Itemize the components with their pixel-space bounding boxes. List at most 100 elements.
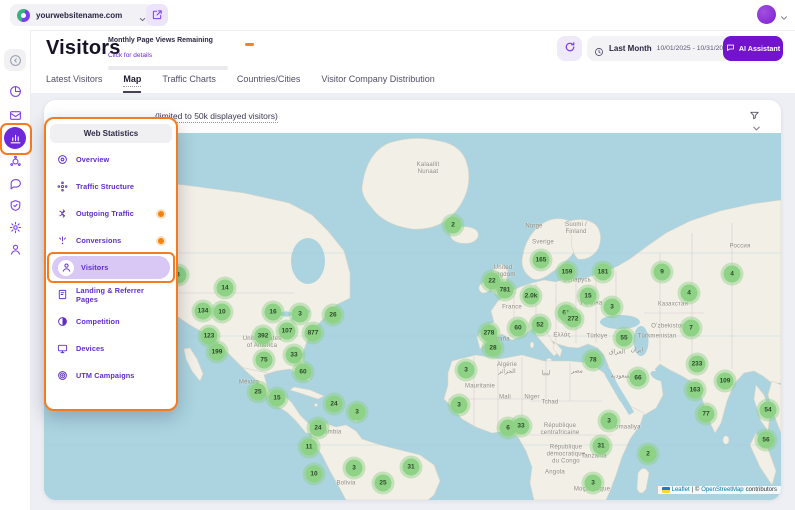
map-cluster-marker[interactable]: 3 — [601, 296, 624, 319]
map-cluster-marker[interactable]: 28 — [482, 337, 505, 360]
tab-latest-visitors[interactable]: Latest Visitors — [46, 70, 102, 93]
sidebar-item-devices[interactable]: Devices — [50, 335, 172, 362]
sidebar-item-landing-referrer-pages[interactable]: Landing & Referrer Pages — [50, 281, 172, 308]
tab-map[interactable]: Map — [123, 70, 141, 93]
map-cluster-marker[interactable]: 56 — [755, 429, 778, 452]
map-cluster-marker[interactable]: 33 — [510, 415, 533, 438]
sidebar-item-label: Landing & Referrer Pages — [76, 286, 166, 304]
map-cluster-marker[interactable]: 52 — [529, 314, 552, 337]
map-cluster-marker[interactable]: 159 — [556, 261, 579, 284]
pie-chart-icon[interactable] — [4, 80, 26, 102]
map-cluster-marker[interactable]: 3 — [448, 394, 471, 417]
map-cluster-marker[interactable]: 54 — [757, 399, 780, 422]
map-cluster-marker[interactable]: 272 — [562, 308, 585, 331]
date-range-selector[interactable]: Last Month 10/01/2025 - 10/31/2025 — [587, 36, 731, 61]
map-cluster-marker[interactable]: 3 — [455, 359, 478, 382]
map-cluster-marker[interactable]: 3 — [343, 457, 366, 480]
sidebar-item-visitors[interactable]: Visitors — [52, 256, 170, 279]
website-name: yourwebsitename.com — [36, 11, 132, 20]
map-cluster-marker[interactable]: 14 — [214, 277, 237, 300]
map-cluster-marker[interactable]: 107 — [276, 320, 299, 343]
map-cluster-marker[interactable]: 4 — [721, 263, 744, 286]
account-icon[interactable] — [4, 238, 26, 260]
notification-badge — [158, 238, 164, 244]
map-cluster-marker[interactable]: 233 — [686, 353, 709, 376]
map-cluster-marker[interactable]: 3 — [598, 410, 621, 433]
page-views-quota: Monthly Page Views Remaining Click for d… — [108, 37, 230, 70]
map-cluster-marker[interactable]: 109 — [714, 370, 737, 393]
period-label: Last Month — [609, 44, 652, 53]
map-cluster-marker[interactable]: 3 — [346, 401, 369, 424]
external-link-icon — [152, 8, 163, 23]
tab-countries-cities[interactable]: Countries/Cities — [237, 70, 301, 93]
map-cluster-marker[interactable]: 25 — [372, 472, 395, 495]
seo-icon[interactable] — [4, 150, 26, 172]
map-cluster-marker[interactable]: 77 — [695, 403, 718, 426]
notification-badge — [158, 211, 164, 217]
sidebar-item-utm-campaigns[interactable]: UTM Campaigns — [50, 362, 172, 389]
tab-label: Latest Visitors — [46, 74, 102, 84]
map-cluster-marker[interactable]: 24 — [323, 393, 346, 416]
map-cluster-marker[interactable]: 66 — [627, 367, 650, 390]
user-avatar[interactable] — [757, 5, 776, 24]
tab-label: Traffic Charts — [162, 74, 216, 84]
map-cluster-marker[interactable]: 15 — [577, 285, 600, 308]
outgoing-traffic-icon — [56, 207, 69, 220]
devices-icon — [56, 342, 69, 355]
sidebar-item-conversions[interactable]: Conversions — [50, 227, 172, 254]
settings-icon[interactable] — [4, 216, 26, 238]
visitors-icon — [58, 260, 74, 276]
map-cluster-marker[interactable]: 392 — [252, 325, 275, 348]
map-cluster-marker[interactable]: 2 — [442, 214, 465, 237]
map-cluster-marker[interactable]: 2.0k — [520, 285, 543, 308]
map-cluster-marker[interactable]: 9 — [651, 261, 674, 284]
openstreetmap-link[interactable]: OpenStreetMap — [701, 487, 743, 493]
open-website-button[interactable] — [146, 4, 168, 26]
user-menu-chevron-icon[interactable] — [779, 10, 789, 20]
map-cluster-marker[interactable]: 15 — [266, 387, 289, 410]
map-cluster-marker[interactable]: 181 — [592, 261, 615, 284]
refresh-icon — [564, 41, 576, 56]
map-cluster-marker[interactable]: 877 — [302, 322, 325, 345]
map-cluster-marker[interactable]: 781 — [494, 279, 517, 302]
map-cluster-marker[interactable]: 31 — [400, 456, 423, 479]
map-cluster-marker[interactable]: 75 — [253, 349, 276, 372]
sidebar-item-traffic-structure[interactable]: Traffic Structure — [50, 173, 172, 200]
tab-visitor-company-distribution[interactable]: Visitor Company Distribution — [321, 70, 434, 93]
tab-traffic-charts[interactable]: Traffic Charts — [162, 70, 216, 93]
chat-icon[interactable] — [4, 172, 26, 194]
map-cluster-marker[interactable]: 163 — [684, 379, 707, 402]
map-cluster-marker[interactable]: 199 — [206, 341, 229, 364]
leaflet-link[interactable]: Leaflet — [672, 487, 690, 493]
sidebar-item-label: Conversions — [76, 236, 121, 245]
refresh-button[interactable] — [557, 36, 582, 61]
sidebar-item-competition[interactable]: Competition — [50, 308, 172, 335]
map-filter-button[interactable] — [743, 108, 765, 132]
sidebar-item-label: Overview — [76, 155, 109, 164]
map-cluster-marker[interactable]: 60 — [292, 361, 315, 384]
collapse-icon[interactable] — [4, 49, 26, 71]
shield-icon[interactable] — [4, 194, 26, 216]
ai-assistant-button[interactable]: AI Assistant — [723, 36, 783, 61]
map-cluster-marker[interactable]: 165 — [530, 249, 553, 272]
attribution-suffix: contributors — [746, 487, 777, 493]
sidebar-item-label: Devices — [76, 344, 104, 353]
website-selector[interactable]: yourwebsitename.com — [10, 4, 154, 26]
sidebar-item-overview[interactable]: Overview — [50, 146, 172, 173]
map-cluster-marker[interactable]: 10 — [303, 463, 326, 486]
map-cluster-marker[interactable]: 78 — [582, 349, 605, 372]
map-cluster-marker[interactable]: 31 — [590, 435, 613, 458]
map-cluster-marker[interactable]: 10 — [211, 301, 234, 324]
map-cluster-marker[interactable]: 4 — [678, 282, 701, 305]
map-cluster-marker[interactable]: 11 — [298, 436, 321, 459]
map-cluster-marker[interactable]: 3 — [582, 472, 605, 495]
map-cluster-marker[interactable]: 2 — [637, 443, 660, 466]
menu-title: Web Statistics — [50, 124, 172, 143]
quota-details-link[interactable]: Click for details — [108, 52, 152, 59]
map-cluster-marker[interactable]: 7 — [680, 317, 703, 340]
map-cluster-marker[interactable]: 60 — [507, 317, 530, 340]
map-cluster-marker[interactable]: 55 — [613, 327, 636, 350]
sidebar-item-outgoing-traffic[interactable]: Outgoing Traffic — [50, 200, 172, 227]
map-cluster-marker[interactable]: 26 — [322, 304, 345, 327]
web-statistics-icon[interactable] — [4, 127, 26, 149]
